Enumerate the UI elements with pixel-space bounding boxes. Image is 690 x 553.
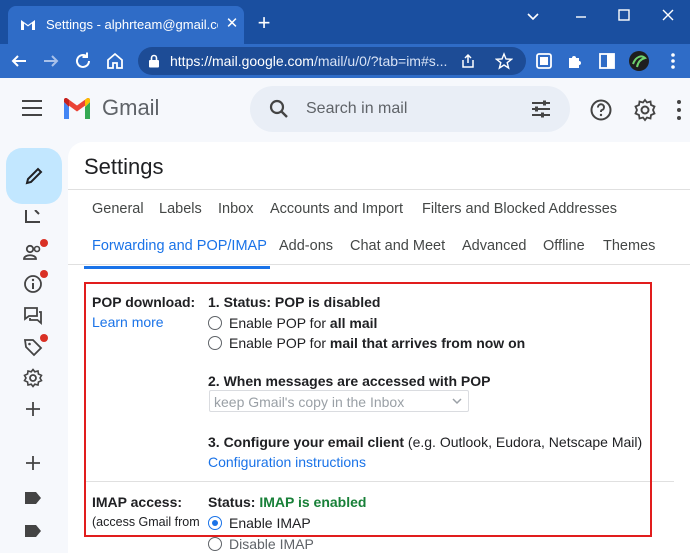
minimize-icon[interactable] xyxy=(569,6,593,26)
radio-button[interactable] xyxy=(208,537,222,551)
screenshot-icon[interactable] xyxy=(533,50,555,72)
option-label: Disable IMAP xyxy=(229,536,314,552)
browser-menu-icon[interactable] xyxy=(662,50,684,72)
compose-button[interactable] xyxy=(6,148,62,204)
tab-add-ons[interactable]: Add-ons xyxy=(279,238,333,254)
bookmark-star-icon[interactable] xyxy=(495,52,513,70)
label-icon[interactable] xyxy=(23,524,43,538)
gmail-header: Gmail Search in mail xyxy=(0,78,690,142)
search-icon[interactable] xyxy=(268,98,290,120)
pencil-icon xyxy=(25,167,43,185)
tab-advanced[interactable]: Advanced xyxy=(462,238,527,254)
tab-chat-and-meet[interactable]: Chat and Meet xyxy=(350,238,445,254)
help-icon[interactable] xyxy=(589,98,613,122)
settings-gear-icon[interactable] xyxy=(633,98,657,122)
tab-close-icon[interactable]: ✕ xyxy=(224,16,240,32)
reload-icon[interactable] xyxy=(72,50,94,72)
main-menu-icon[interactable] xyxy=(22,100,42,116)
tab-general[interactable]: General xyxy=(92,201,144,217)
gmail-logo-icon[interactable] xyxy=(62,98,92,120)
notification-dot xyxy=(40,239,48,247)
browser-toolbar: https://mail.google.com/mail/u/0/?tab=im… xyxy=(0,44,690,78)
page-title: Settings xyxy=(84,154,164,179)
settings-tabs-row-2: Forwarding and POP/IMAP Add-ons Chat and… xyxy=(68,227,690,265)
gmail-favicon-icon xyxy=(21,20,35,30)
back-icon[interactable] xyxy=(8,50,30,72)
extensions-icon[interactable] xyxy=(564,50,586,72)
search-box[interactable]: Search in mail xyxy=(250,86,570,132)
tab-search-icon[interactable] xyxy=(521,6,545,26)
lock-icon[interactable] xyxy=(148,54,160,68)
browser-titlebar: Settings - alphrteam@gmail.com ✕ + xyxy=(0,0,690,44)
browser-tab[interactable]: Settings - alphrteam@gmail.com ✕ xyxy=(8,6,244,44)
tab-forwarding-pop-imap[interactable]: Forwarding and POP/IMAP xyxy=(92,238,267,254)
manage-settings-icon[interactable] xyxy=(23,368,43,388)
add-icon[interactable] xyxy=(23,399,43,419)
close-window-icon[interactable] xyxy=(656,6,680,26)
add-label-icon[interactable] xyxy=(23,453,43,473)
settings-panel: Settings General Labels Inbox Accounts a… xyxy=(68,142,690,553)
search-options-icon[interactable] xyxy=(530,99,552,119)
tab-themes[interactable]: Themes xyxy=(603,238,655,254)
address-bar[interactable]: https://mail.google.com/mail/u/0/?tab=im… xyxy=(138,47,526,75)
annotation-highlight-box xyxy=(84,282,652,537)
side-panel-icon[interactable] xyxy=(596,50,618,72)
tab-title: Settings - alphrteam@gmail.com xyxy=(46,17,218,32)
url-text[interactable]: https://mail.google.com/mail/u/0/?tab=im… xyxy=(170,53,447,69)
forward-icon[interactable] xyxy=(40,50,62,72)
tab-offline[interactable]: Offline xyxy=(543,238,585,254)
maximize-icon[interactable] xyxy=(612,6,636,26)
tab-labels[interactable]: Labels xyxy=(159,201,202,217)
tab-inbox[interactable]: Inbox xyxy=(218,201,253,217)
share-icon[interactable] xyxy=(460,53,476,69)
profile-avatar[interactable] xyxy=(628,50,650,72)
gmail-logo-text[interactable]: Gmail xyxy=(102,95,159,121)
settings-tabs-row-1: General Labels Inbox Accounts and Import… xyxy=(68,189,690,227)
notification-dot xyxy=(40,270,48,278)
search-input[interactable]: Search in mail xyxy=(306,100,407,118)
new-tab-button[interactable]: + xyxy=(254,12,274,34)
home-icon[interactable] xyxy=(104,50,126,72)
drafts-icon[interactable] xyxy=(23,210,43,224)
info-icon[interactable] xyxy=(23,274,43,294)
active-tab-indicator xyxy=(84,266,270,269)
label-icon[interactable] xyxy=(23,491,43,505)
chat-icon[interactable] xyxy=(23,305,43,325)
notification-dot xyxy=(40,334,48,342)
tab-filters-and-blocked[interactable]: Filters and Blocked Addresses xyxy=(422,201,617,217)
apps-grid-icon[interactable] xyxy=(674,98,690,122)
tab-accounts-and-import[interactable]: Accounts and Import xyxy=(270,201,403,217)
